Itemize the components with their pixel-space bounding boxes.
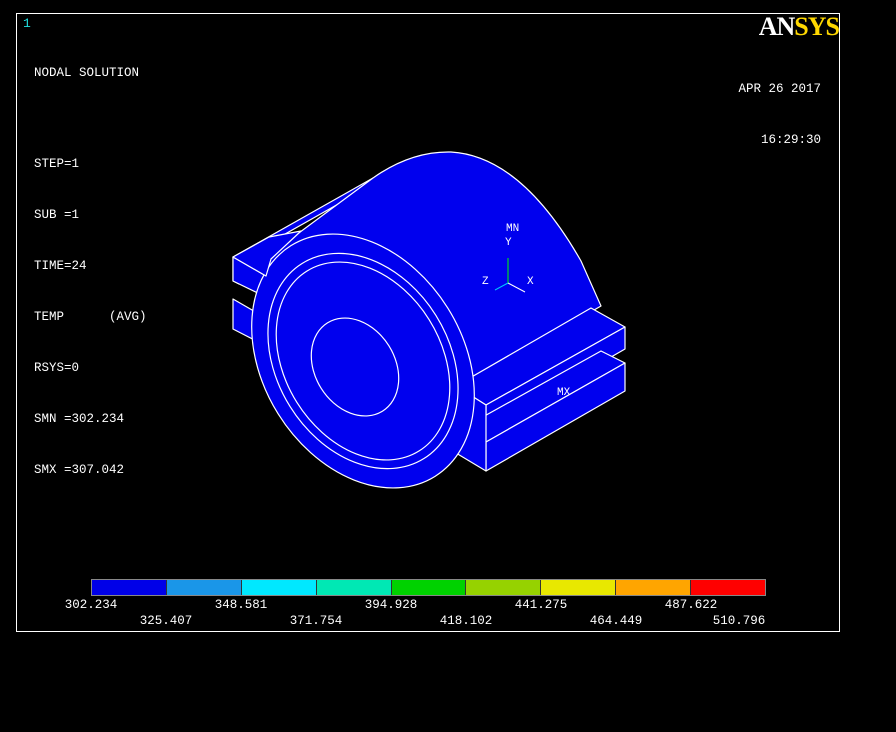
axis-y-label: Y xyxy=(505,237,512,249)
graphics-viewport[interactable]: 1 NODAL SOLUTION STEP=1 SUB =1 TIME=24 T… xyxy=(16,13,840,632)
contour-legend xyxy=(91,579,766,596)
legend-label: 418.102 xyxy=(439,614,493,628)
legend-label: 371.754 xyxy=(289,614,343,628)
legend-label: 464.449 xyxy=(589,614,643,628)
legend-band-5 xyxy=(391,580,467,595)
legend-band-3 xyxy=(241,580,317,595)
legend-label: 510.796 xyxy=(712,614,766,628)
legend-band-1 xyxy=(92,580,167,595)
legend-band-2 xyxy=(166,580,242,595)
legend-label: 487.622 xyxy=(664,598,718,612)
legend-band-9 xyxy=(691,580,766,595)
legend-labels-top: 302.234 348.581 394.928 441.275 487.622 xyxy=(65,597,766,613)
legend-band-8 xyxy=(616,580,692,595)
legend-label: 394.928 xyxy=(364,598,418,612)
model-scene xyxy=(232,151,626,489)
axis-z-label: Z xyxy=(482,276,489,288)
min-marker: MN xyxy=(506,223,520,235)
axis-x-label: X xyxy=(527,276,534,288)
legend-band-4 xyxy=(316,580,392,595)
legend-label: 348.581 xyxy=(214,598,268,612)
legend-band-6 xyxy=(466,580,542,595)
legend-label: 325.407 xyxy=(139,614,193,628)
max-marker: MX xyxy=(557,387,571,399)
legend-band-7 xyxy=(541,580,617,595)
legend-label: 302.234 xyxy=(64,598,118,612)
legend-label: 441.275 xyxy=(514,598,568,612)
legend-labels-bottom: 325.407 371.754 418.102 464.449 510.796 xyxy=(91,613,766,629)
